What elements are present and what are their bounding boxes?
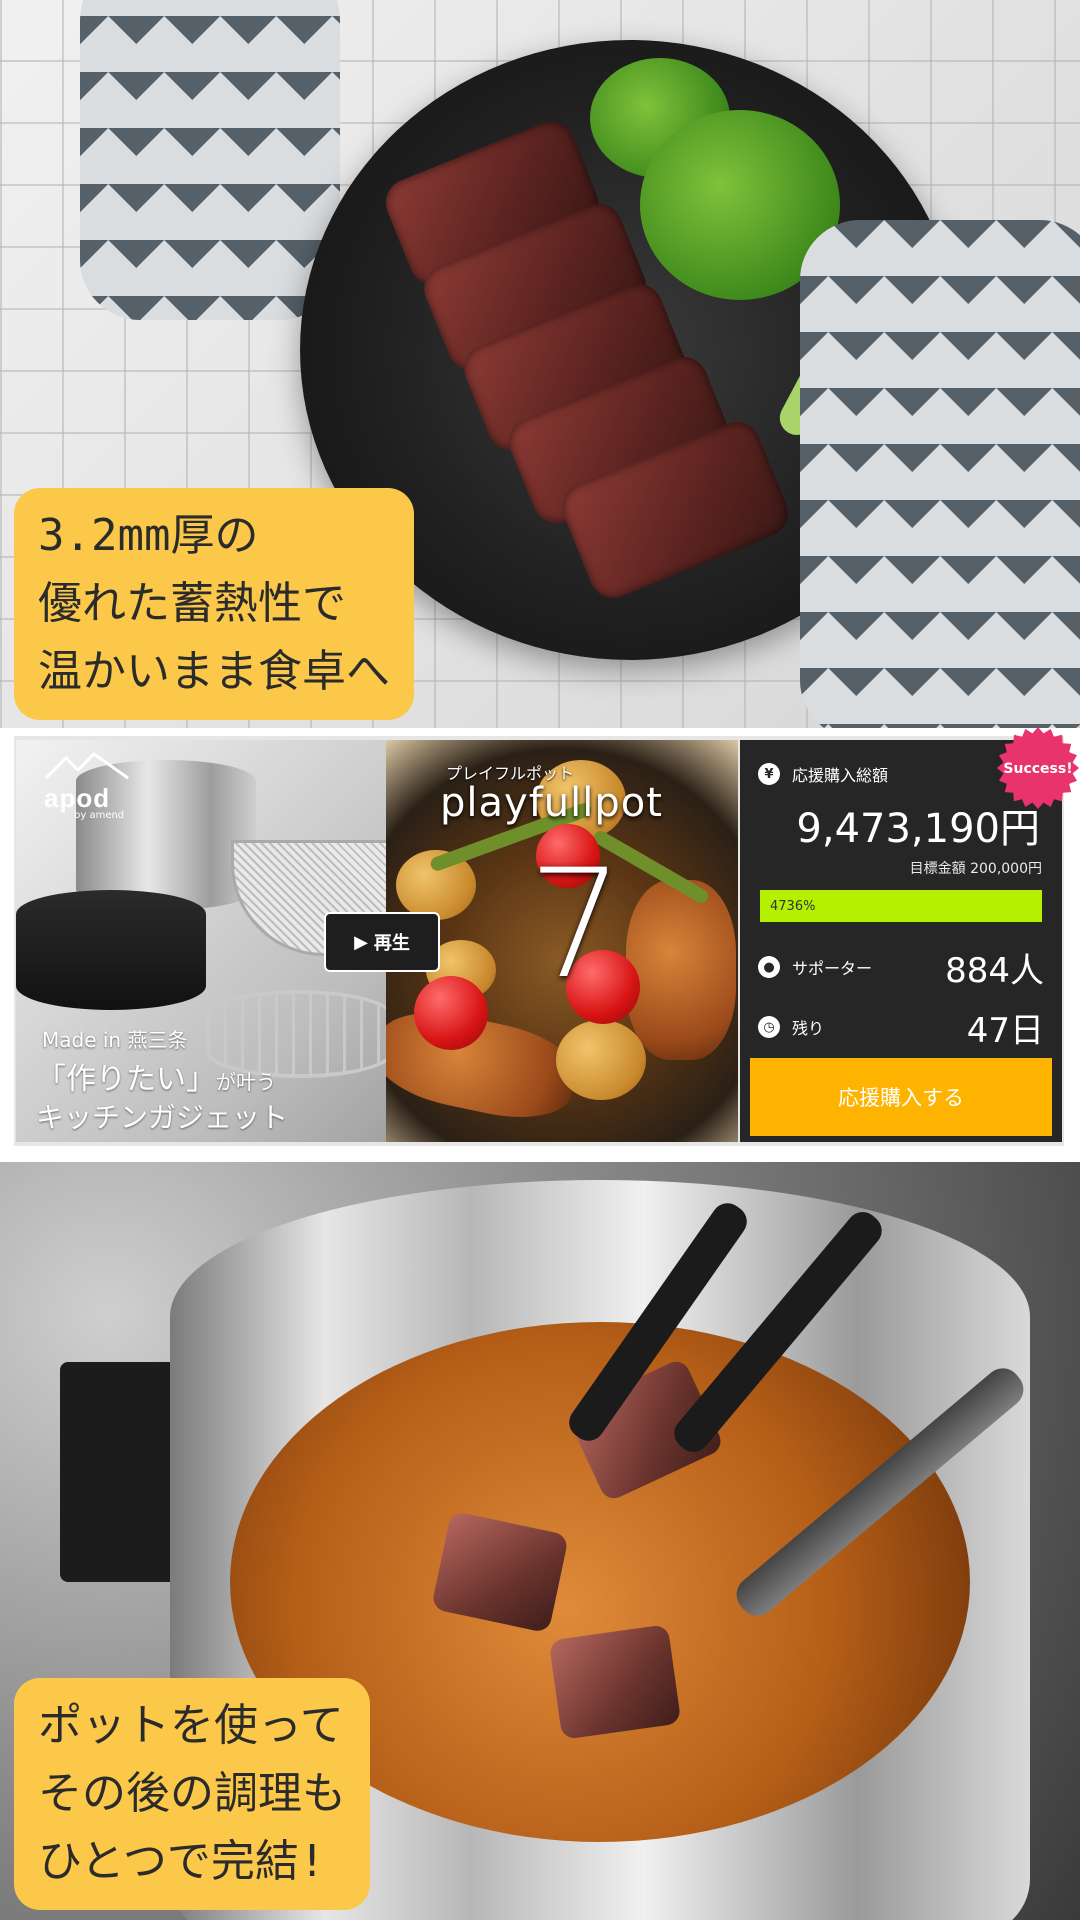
supporters-row: ● サポーター 884人 [758,942,1044,992]
supporters-label: サポーター [792,959,873,978]
brand-name: apod [44,783,111,813]
skillet-photo: 3.2mm厚の 優れた蓄熱性で 温かいまま食卓へ [0,0,1080,728]
tagline-secondary: キッチンガジェット [36,1101,289,1134]
progress-bar: 4736% [760,890,1042,922]
supporters-count: 884人 [945,950,1044,991]
play-label: 再生 [373,933,410,954]
progress-fill: 4736% [760,890,1042,922]
made-in-text: Made in 燕三条 [42,1028,188,1052]
clock-icon: ◷ [758,1016,780,1038]
caption-line: 3.2mm厚の [38,510,259,561]
oven-mitt-right [800,220,1080,728]
play-button[interactable]: ▶ 再生 [324,912,440,972]
caption-line: ポットを使って [38,1700,344,1751]
remaining-label: 残り [792,1019,825,1038]
remaining-row: ◷ 残り 47日 [758,1002,1044,1052]
support-purchase-button[interactable]: 応援購入する [750,1058,1052,1136]
tagline-suffix: が叶う [216,1070,276,1094]
success-badge-text: Success! [1003,761,1072,777]
remaining-days: 47日 [966,1010,1044,1051]
caption-line: その後の調理も [38,1768,346,1819]
pot-title: playfullpot [440,780,663,826]
mountain-icon [44,752,129,780]
play-icon: ▶ [354,931,368,953]
caption-line: 温かいまま食卓へ [38,646,390,697]
apod-logo: apod by amend [44,752,130,821]
yen-icon: ¥ [758,763,780,785]
caption-heat-retention: 3.2mm厚の 優れた蓄熱性で 温かいまま食卓へ [14,488,414,720]
caption-one-pot-cooking: ポットを使って その後の調理も ひとつで完結! [14,1678,370,1910]
caption-line: 優れた蓄熱性で [38,578,346,629]
pot-number: 7 [528,838,624,1012]
user-icon: ● [758,956,780,978]
success-badge: Success! [997,727,1079,809]
project-card: apod by amend Made in 燕三条 「作りたい」が叶う キッチン… [0,736,1080,1146]
total-label: 応援購入総額 [792,766,889,785]
goal-amount: 目標金額 200,000円 [909,861,1042,877]
caption-line: ひとつで完結! [38,1836,326,1887]
brand-by: by amend [74,810,125,821]
tagline-quote: 「作りたい」 [36,1062,216,1097]
tagline-main: 「作りたい」が叶う [36,1054,276,1098]
oven-mitt-left [80,0,340,320]
